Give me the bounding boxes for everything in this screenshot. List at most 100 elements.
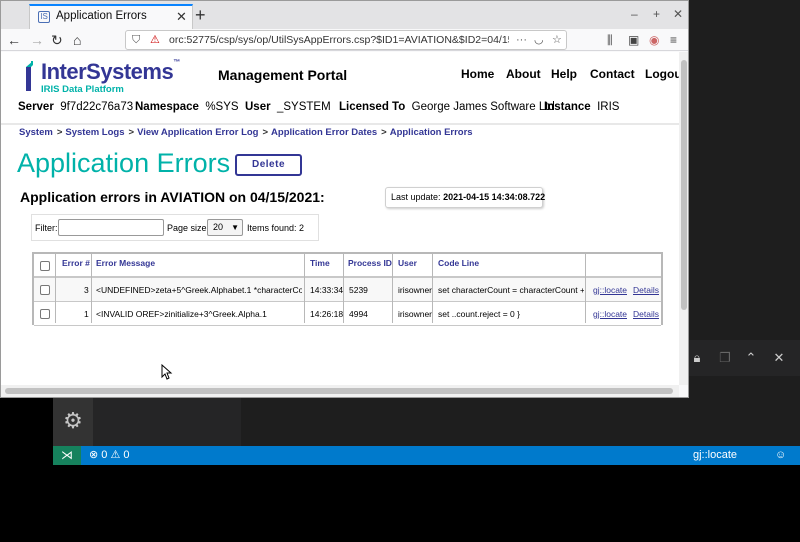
filter-input[interactable]	[58, 219, 164, 236]
mouse-cursor-icon	[161, 364, 173, 380]
breadcrumb-application-errors[interactable]: Application Errors	[390, 127, 473, 138]
locate-link[interactable]: gj::locate	[593, 309, 627, 319]
shield-icon[interactable]: ⛉	[132, 33, 140, 47]
filter-label: Filter:	[35, 223, 58, 233]
copy-icon[interactable]: ❐	[716, 349, 734, 367]
scroll-thumb[interactable]	[5, 388, 673, 394]
extension-icon[interactable]: ◉	[649, 33, 659, 47]
cell-pid: 4994	[349, 309, 368, 319]
section-title: Application errors in AVIATION on 04/15/…	[20, 189, 325, 205]
filter-panel: Filter: Page size: 20 ▼ Items found: 2	[31, 214, 319, 241]
last-update-box: Last update: 2021-04-15 14:34:08.722	[385, 187, 546, 208]
chevron-down-icon: ▼	[231, 223, 239, 232]
url-bar[interactable]: ⛉ ⚠ orc:52775/csp/sys/op/UtilSysAppError…	[125, 30, 567, 50]
table-row[interactable]: 1 <INVALID OREF>zinitialize+3^Greek.Alph…	[34, 302, 661, 326]
col-divider	[55, 254, 56, 323]
breadcrumb-system-logs[interactable]: System Logs	[65, 127, 124, 138]
page-title: Application Errors	[17, 148, 231, 178]
cell-code-line: set characterCount = characterCount + 1	[438, 285, 584, 295]
sidebar-icon[interactable]: ▣	[628, 33, 639, 47]
nav-contact[interactable]: Contact	[590, 67, 635, 81]
vscode-panel-header: 🔒︎ ❐ ⌃ ✕	[688, 340, 800, 376]
cell-message: <INVALID OREF>zinitialize+3^Greek.Alpha.…	[96, 309, 267, 319]
nav-bar: ← → ↻ ⌂ ⛉ ⚠ orc:52775/csp/sys/op/UtilSys…	[1, 29, 688, 51]
library-icon[interactable]: ⫼	[607, 33, 613, 47]
user-info: User _SYSTEM	[245, 101, 331, 113]
page-content: InterSystems™ IRIS Data Platform Managem…	[1, 52, 679, 385]
delete-button[interactable]: Delete	[235, 154, 302, 176]
header-user[interactable]: User	[398, 258, 417, 268]
last-update-label: Last update:	[391, 192, 441, 202]
page-size-select[interactable]: 20 ▼	[207, 219, 243, 236]
cell-error-no: 1	[84, 309, 89, 319]
nav-home[interactable]: Home	[461, 67, 494, 81]
logo-mark-icon	[26, 61, 33, 91]
col-divider	[432, 254, 433, 323]
logo-subtitle: IRIS Data Platform	[41, 84, 124, 95]
menu-icon[interactable]: ≡	[670, 33, 677, 47]
vertical-scrollbar[interactable]	[679, 52, 688, 385]
horizontal-scrollbar[interactable]	[1, 385, 679, 397]
new-tab-button[interactable]: +	[195, 6, 206, 24]
vscode-status-bar: ⋊ ⊗ 0 ⚠ 0 gj::locate ☺ ♪	[53, 446, 800, 465]
favicon-icon: IS	[38, 11, 50, 23]
col-divider	[343, 254, 344, 323]
server-info: Server 9f7d22c76a73	[18, 101, 134, 113]
details-link[interactable]: Details	[633, 309, 659, 319]
header-process-id[interactable]: Process ID	[348, 258, 392, 268]
tab-close-icon[interactable]: ✕	[176, 9, 187, 25]
row-checkbox[interactable]	[40, 285, 50, 295]
header-code-line[interactable]: Code Line	[438, 258, 479, 268]
instance-info: Instance IRIS	[544, 101, 620, 113]
tab-application-errors[interactable]: IS Application Errors ✕	[29, 4, 193, 29]
row-checkbox[interactable]	[40, 309, 50, 319]
header-error-no[interactable]: Error #	[62, 258, 90, 268]
problems-indicator[interactable]: ⊗ 0 ⚠ 0	[89, 446, 129, 465]
maximize-button[interactable]: +	[653, 7, 660, 21]
cell-user: irisowner	[398, 309, 433, 319]
breadcrumb-system[interactable]: System	[19, 127, 53, 138]
back-icon[interactable]: ←	[7, 31, 21, 49]
select-all-checkbox[interactable]	[40, 261, 50, 271]
locate-link[interactable]: gj::locate	[593, 285, 627, 295]
feedback-icon[interactable]: ☺	[775, 446, 786, 465]
url-text[interactable]: orc:52775/csp/sys/op/UtilSysAppErrors.cs…	[169, 34, 509, 46]
col-divider	[392, 254, 393, 323]
breadcrumb: System > System Logs > View Application Erro…	[19, 127, 473, 138]
breadcrumb-view-error-log[interactable]: View Application Error Log	[137, 127, 258, 138]
more-icon[interactable]: ···	[516, 33, 527, 47]
bookmark-star-icon[interactable]: ☆	[552, 33, 562, 47]
logo-word: InterSystems™	[41, 59, 180, 84]
status-locate[interactable]: gj::locate	[693, 446, 737, 465]
cell-code-line: set ..count.reject = 0 }	[438, 309, 520, 319]
system-info-bar: Server 9f7d22c76a73 Namespace %SYS User …	[1, 99, 679, 123]
scroll-thumb[interactable]	[681, 60, 687, 310]
black-strip	[0, 398, 53, 465]
close-window-button[interactable]: ✕	[673, 7, 683, 21]
forward-icon[interactable]: →	[30, 31, 44, 49]
table-row[interactable]: 3 <UNDEFINED>zeta+5^Greek.Alphabet.1 *ch…	[34, 278, 661, 302]
reload-icon[interactable]: ↻	[51, 31, 63, 49]
minimize-button[interactable]: –	[631, 7, 638, 21]
pocket-icon[interactable]: ◡	[534, 33, 544, 47]
header-error-message[interactable]: Error Message	[96, 258, 155, 268]
intersystems-logo[interactable]: InterSystems™ IRIS Data Platform	[21, 57, 181, 97]
close-icon[interactable]: ✕	[770, 349, 788, 367]
remote-icon[interactable]: ⋊	[53, 446, 81, 465]
vscode-sidebar	[93, 398, 241, 446]
lock-icon[interactable]: 🔒︎	[688, 349, 706, 367]
last-update-value: 2021-04-15 14:34:08.722	[443, 192, 546, 202]
home-icon[interactable]: ⌂	[73, 31, 81, 49]
cell-message: <UNDEFINED>zeta+5^Greek.Alphabet.1 *char…	[96, 285, 302, 295]
tab-bar: IS Application Errors ✕ + – + ✕	[1, 1, 688, 29]
details-link[interactable]: Details	[633, 285, 659, 295]
chevron-up-icon[interactable]: ⌃	[742, 349, 760, 367]
licensed-info: Licensed To George James Software Ltd	[339, 101, 555, 113]
insecure-icon[interactable]: ⚠	[150, 33, 160, 47]
nav-about[interactable]: About	[506, 67, 541, 81]
breadcrumb-error-dates[interactable]: Application Error Dates	[271, 127, 377, 138]
header-time[interactable]: Time	[310, 258, 330, 268]
gear-icon[interactable]: ⚙	[60, 408, 86, 434]
nav-logout[interactable]: Logout	[645, 67, 679, 81]
nav-help[interactable]: Help	[551, 67, 577, 81]
